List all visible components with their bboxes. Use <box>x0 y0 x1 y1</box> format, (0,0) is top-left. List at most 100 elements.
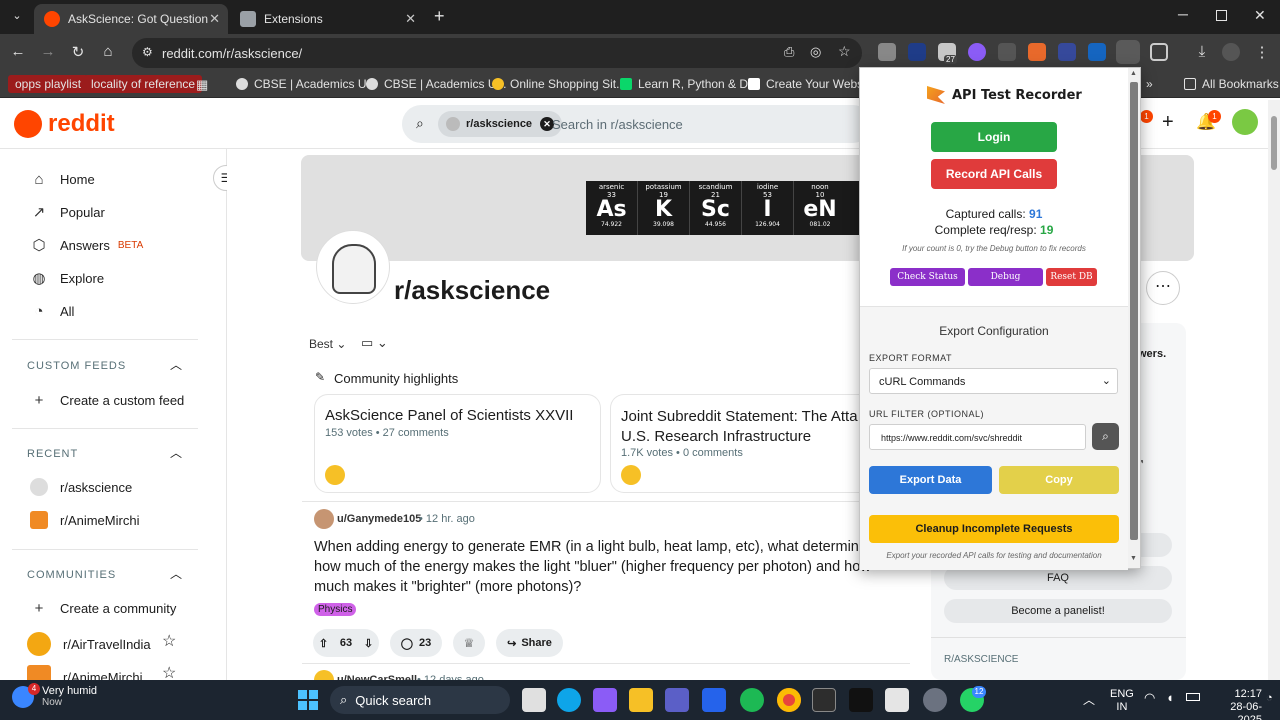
extension-icon[interactable] <box>998 43 1016 61</box>
more-bookmarks-icon[interactable]: » <box>1146 77 1153 91</box>
store-icon[interactable] <box>702 688 726 712</box>
sidebar-item-explore[interactable]: ◍ Explore <box>30 269 104 287</box>
install-app-icon[interactable]: ⎙ <box>784 44 794 60</box>
scrollbar-down-icon[interactable]: ▼ <box>1130 555 1137 562</box>
communities-heading[interactable]: COMMUNITIES <box>27 569 116 581</box>
recent-heading[interactable]: RECENT <box>27 448 78 460</box>
scrollbar-thumb[interactable] <box>1271 116 1277 170</box>
highlight-card[interactable]: Joint Subreddit Statement: The Atta on U… <box>610 394 860 493</box>
url-filter-input[interactable]: https://www.reddit.com/svc/shreddit <box>869 424 1086 450</box>
extension-icon[interactable] <box>1088 43 1106 61</box>
share-button[interactable]: ↪ Share <box>496 629 563 657</box>
recent-askscience[interactable]: r/askscience <box>30 478 132 496</box>
export-data-button[interactable]: Export Data <box>869 466 992 494</box>
bookmark-star-icon[interactable]: ☆ <box>838 43 851 60</box>
edge-icon[interactable] <box>557 688 581 712</box>
tab-search-icon[interactable]: ⌄ <box>8 9 26 27</box>
tab-extensions[interactable]: Extensions ✕ <box>230 4 424 34</box>
show-hidden-icons[interactable]: ︿ <box>1083 691 1095 708</box>
sort-dropdown[interactable]: Best ⌄ <box>309 337 346 351</box>
new-tab-button[interactable]: + <box>434 6 445 27</box>
popup-scrollbar[interactable]: ▲ ▼ <box>1128 68 1140 568</box>
sidebar-item-answers[interactable]: ⬡ Answers BETA <box>30 236 143 254</box>
battery-icon[interactable] <box>1186 693 1200 701</box>
more-options-button[interactable]: ⋯ <box>1146 271 1180 305</box>
chevron-up-icon[interactable]: ︿ <box>170 565 182 582</box>
tab-askscience[interactable]: AskScience: Got Questions? Get ✕ <box>34 4 228 34</box>
highlight-card[interactable]: AskScience Panel of Scientists XXVII 153… <box>314 394 601 493</box>
bookmark-cbse-1[interactable]: CBSE | Academics U... <box>236 77 377 91</box>
spotify-icon[interactable] <box>740 688 764 712</box>
extension-icon[interactable] <box>968 43 986 61</box>
weather-widget[interactable]: 4 Very humid Now <box>12 683 97 708</box>
home-browser-icon[interactable]: ⌂ <box>98 43 118 60</box>
scrollbar-thumb[interactable] <box>1130 82 1138 540</box>
downvote-icon[interactable]: ⇩ <box>364 637 373 650</box>
community-airtravelindia[interactable]: r/AirTravelIndia <box>27 632 151 656</box>
login-button[interactable]: Login <box>931 122 1057 152</box>
menu-kebab-icon[interactable]: ⋮ <box>1252 43 1272 61</box>
site-info-icon[interactable]: ⚙ <box>142 45 153 59</box>
record-api-calls-button[interactable]: Record API Calls <box>931 159 1057 189</box>
custom-feeds-heading[interactable]: CUSTOM FEEDS <box>27 360 126 372</box>
close-tab-icon[interactable]: ✕ <box>209 11 220 27</box>
copilot-icon[interactable] <box>593 688 617 712</box>
chevron-up-icon[interactable]: ︿ <box>170 444 182 461</box>
settings-icon[interactable] <box>923 688 947 712</box>
snipping-tool-icon[interactable] <box>885 688 909 712</box>
extension-icon[interactable] <box>1058 43 1076 61</box>
all-bookmarks[interactable]: All Bookmarks <box>1184 77 1279 91</box>
bookmark-opps-playlist[interactable]: opps playlist <box>8 75 89 93</box>
bookmark-learn-r[interactable]: Learn R, Python & D... <box>620 77 758 91</box>
address-bar[interactable]: ⚙ reddit.com/r/askscience/ ⎙ ◎ ☆ <box>132 38 862 68</box>
bookmark-shopping[interactable]: Online Shopping Sit... <box>492 77 626 91</box>
upvote-icon[interactable]: ⇧ <box>319 637 328 650</box>
extension-icon[interactable] <box>908 43 926 61</box>
debug-button[interactable]: Debug <box>968 268 1043 286</box>
downloads-icon[interactable]: ⤓ <box>1192 43 1212 60</box>
restore-button[interactable] <box>1216 10 1227 21</box>
extension-icon[interactable] <box>1028 43 1046 61</box>
user-avatar[interactable] <box>1232 109 1258 135</box>
search-community-chip[interactable]: r/askscience ✕ <box>438 111 563 137</box>
reddit-logo[interactable]: reddit <box>14 110 115 138</box>
extension-icon[interactable] <box>878 43 896 61</box>
back-icon[interactable]: ← <box>8 43 28 60</box>
favorite-star-icon[interactable]: ☆ <box>162 631 176 651</box>
clock[interactable]: 12:17 28-06-2025 <box>1210 688 1262 727</box>
reset-db-button[interactable]: Reset DB <box>1046 268 1097 286</box>
recent-animemirchi[interactable]: r/AnimeMirchi <box>30 511 139 529</box>
cleanup-incomplete-button[interactable]: Cleanup Incomplete Requests <box>869 515 1119 543</box>
tracking-off-icon[interactable]: ◎ <box>810 44 821 60</box>
chrome-icon[interactable] <box>777 688 801 712</box>
task-view-icon[interactable] <box>522 688 546 712</box>
api-recorder-extension-icon[interactable] <box>1116 40 1140 64</box>
search-input[interactable]: Search in r/askscience <box>552 117 683 132</box>
create-community[interactable]: + Create a community <box>30 599 177 617</box>
post-flair[interactable]: Physics <box>314 603 357 616</box>
bookmark-locality[interactable]: locality of reference <box>84 75 203 93</box>
reddit-search-bar[interactable]: ⌕ r/askscience ✕ Search in r/askscience <box>402 105 872 143</box>
extensions-puzzle-icon[interactable] <box>1150 43 1168 61</box>
view-toggle-icon[interactable]: ▭ ⌄ <box>361 335 388 351</box>
check-status-button[interactable]: Check Status <box>890 268 965 286</box>
notifications-icon[interactable]: ◔ <box>1266 692 1273 704</box>
award-button[interactable]: ♕ <box>453 629 485 657</box>
sidebar-item-home[interactable]: ⌂ Home <box>30 170 94 188</box>
post-title[interactable]: When adding energy to generate EMR (in a… <box>314 537 888 597</box>
url-filter-search-button[interactable]: ⌕ <box>1092 423 1119 450</box>
copy-button[interactable]: Copy <box>999 466 1119 494</box>
language-indicator[interactable]: ENG IN <box>1110 688 1134 714</box>
taskbar-search[interactable]: ⌕ Quick search <box>330 686 510 714</box>
close-window-button[interactable]: ✕ <box>1254 7 1266 24</box>
epic-games-icon[interactable] <box>849 688 873 712</box>
close-tab-icon[interactable]: ✕ <box>405 11 416 27</box>
post-author-avatar[interactable] <box>314 509 334 529</box>
become-panelist-button[interactable]: Become a panelist! <box>944 599 1172 623</box>
start-button[interactable] <box>298 690 318 710</box>
bookmark-cbse-2[interactable]: CBSE | Academics U... <box>366 77 507 91</box>
profile-avatar[interactable] <box>1222 43 1240 61</box>
export-format-select[interactable]: cURL Commands ⌄ <box>869 368 1118 394</box>
comments-button[interactable]: ◯ 23 <box>390 629 442 657</box>
volume-icon[interactable]: ◖ <box>1166 690 1174 705</box>
